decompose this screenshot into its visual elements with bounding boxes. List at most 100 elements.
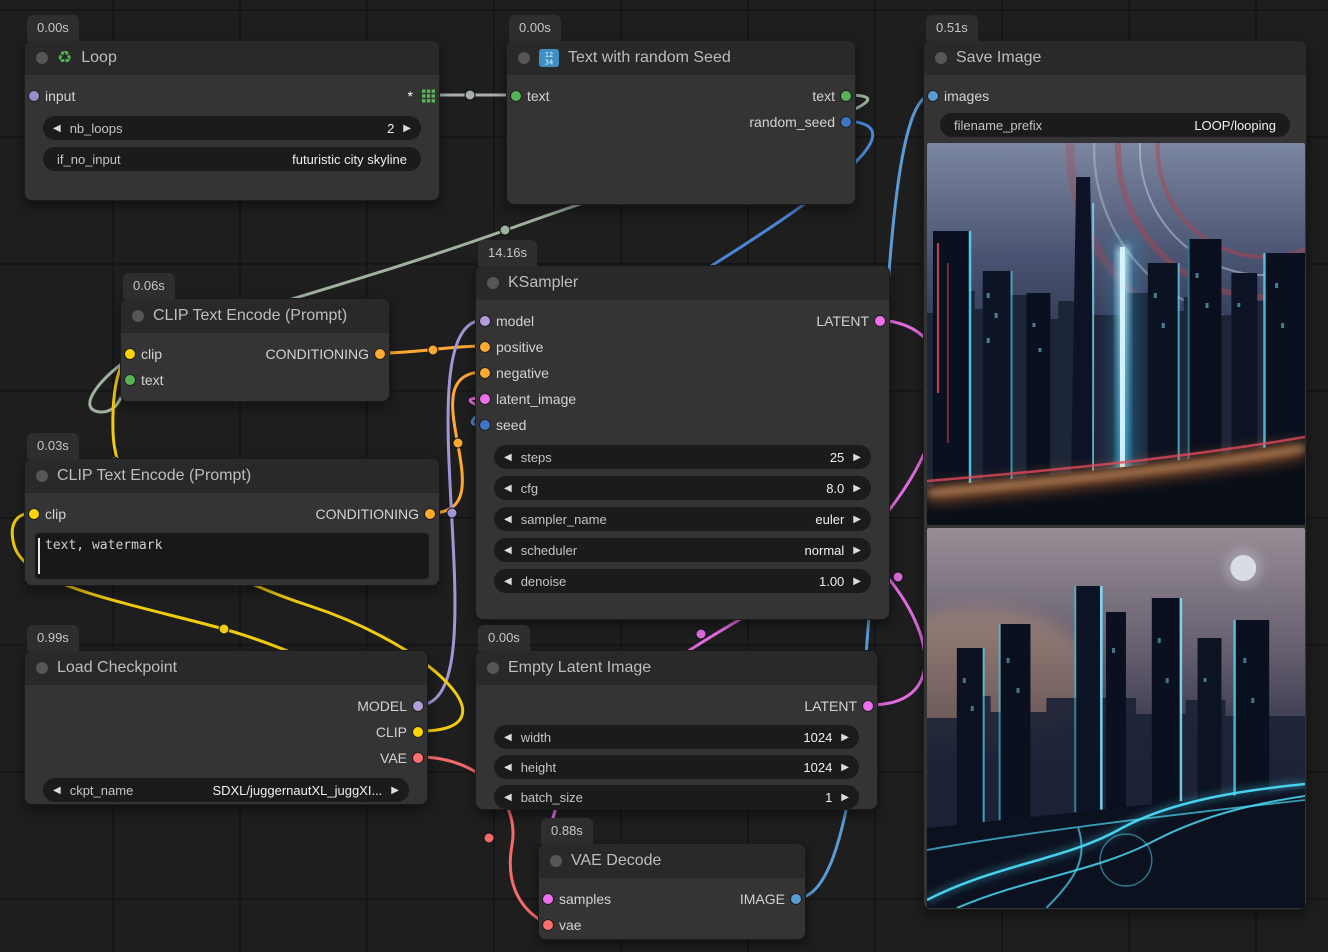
slot-label: text [812, 88, 835, 104]
next-option-arrow-icon[interactable] [853, 545, 861, 556]
slot-label: LATENT [816, 313, 869, 329]
node-title-bar[interactable]: Load Checkpoint [25, 651, 427, 685]
decrement-arrow-icon[interactable] [504, 792, 512, 803]
input-slot-clip[interactable] [29, 509, 39, 519]
slot-row: clip CONDITIONING [25, 501, 439, 527]
widget-label: denoise [521, 574, 567, 589]
decrement-arrow-icon[interactable] [504, 732, 512, 743]
slot-row: VAE [25, 745, 427, 771]
widget-height[interactable]: height 1024 [494, 755, 859, 779]
collapse-dot[interactable] [132, 310, 144, 322]
collapse-dot[interactable] [487, 662, 499, 674]
node-title-bar[interactable]: Empty Latent Image [476, 651, 877, 685]
input-slot-clip[interactable] [125, 349, 135, 359]
input-slot-vae[interactable] [543, 920, 553, 930]
collapse-dot[interactable] [36, 52, 48, 64]
next-option-arrow-icon[interactable] [853, 514, 861, 525]
prev-option-arrow-icon[interactable] [504, 514, 512, 525]
input-slot-positive[interactable] [480, 342, 490, 352]
node-title-bar[interactable]: ♻ Loop [25, 41, 439, 75]
input-slot-text[interactable] [125, 375, 135, 385]
node-clip-text-encode-positive[interactable]: 0.06s CLIP Text Encode (Prompt) clip CON… [120, 298, 390, 402]
decrement-arrow-icon[interactable] [504, 576, 512, 587]
collapse-dot[interactable] [36, 470, 48, 482]
prev-option-arrow-icon[interactable] [504, 545, 512, 556]
grid-output-icon[interactable] [422, 90, 435, 103]
widget-sampler-name[interactable]: sampler_name euler [494, 507, 871, 531]
widget-denoise[interactable]: denoise 1.00 [494, 569, 871, 593]
collapse-dot[interactable] [36, 662, 48, 674]
node-loop[interactable]: 0.00s ♻ Loop input * nb_l [24, 40, 440, 201]
node-text-with-random-seed[interactable]: 0.00s 12 34 Text with random Seed text t… [506, 40, 856, 205]
decrement-arrow-icon[interactable] [53, 123, 61, 134]
decrement-arrow-icon[interactable] [504, 483, 512, 494]
widget-nb-loops[interactable]: nb_loops 2 [43, 116, 421, 140]
widget-ckpt-name[interactable]: ckpt_name SDXL/juggernautXL_juggXI... [43, 778, 409, 802]
node-title-bar[interactable]: Save Image [924, 41, 1306, 75]
increment-arrow-icon[interactable] [841, 732, 849, 743]
widget-scheduler[interactable]: scheduler normal [494, 538, 871, 562]
execution-time-badge: 0.00s [509, 15, 561, 41]
execution-time-badge: 0.06s [123, 273, 175, 299]
node-load-checkpoint[interactable]: 0.99s Load Checkpoint MODEL CLIP VAE ckp… [24, 650, 428, 805]
output-slot-text[interactable] [841, 91, 851, 101]
increment-arrow-icon[interactable] [841, 762, 849, 773]
increment-arrow-icon[interactable] [841, 792, 849, 803]
slot-row: negative [476, 360, 889, 386]
input-slot-seed[interactable] [480, 420, 490, 430]
increment-arrow-icon[interactable] [853, 452, 861, 463]
output-slot-conditioning[interactable] [425, 509, 435, 519]
node-title-bar[interactable]: CLIP Text Encode (Prompt) [25, 459, 439, 493]
prompt-textarea[interactable]: text, watermark [35, 533, 429, 579]
input-slot-negative[interactable] [480, 368, 490, 378]
node-vae-decode[interactable]: 0.88s VAE Decode samples IMAGE vae [538, 843, 806, 940]
collapse-dot[interactable] [935, 52, 947, 64]
node-title-bar[interactable]: KSampler [476, 266, 889, 300]
collapse-dot[interactable] [487, 277, 499, 289]
output-slot-model[interactable] [413, 701, 423, 711]
increment-arrow-icon[interactable] [853, 483, 861, 494]
input-slot-input[interactable] [29, 91, 39, 101]
output-slot-latent[interactable] [875, 316, 885, 326]
node-title-bar[interactable]: CLIP Text Encode (Prompt) [121, 299, 389, 333]
widget-label: steps [521, 450, 552, 465]
widget-cfg[interactable]: cfg 8.0 [494, 476, 871, 500]
output-slot-vae[interactable] [413, 753, 423, 763]
collapse-dot[interactable] [550, 855, 562, 867]
input-slot-text[interactable] [511, 91, 521, 101]
node-save-image[interactable]: 0.51s Save Image images filename_prefix … [923, 40, 1307, 910]
node-title-bar[interactable]: 12 34 Text with random Seed [507, 41, 855, 75]
increment-arrow-icon[interactable] [403, 123, 411, 134]
node-empty-latent-image[interactable]: 0.00s Empty Latent Image LATENT width 10… [475, 650, 878, 810]
input-slot-latent-image[interactable] [480, 394, 490, 404]
prev-option-arrow-icon[interactable] [53, 785, 61, 796]
widget-width[interactable]: width 1024 [494, 725, 859, 749]
widget-steps[interactable]: steps 25 [494, 445, 871, 469]
output-slot-random-seed[interactable] [841, 117, 851, 127]
input-slot-samples[interactable] [543, 894, 553, 904]
widget-if-no-input[interactable]: if_no_input futuristic city skyline [43, 147, 421, 171]
execution-time-badge: 0.88s [541, 818, 593, 844]
graph-canvas[interactable]: 0.00s ♻ Loop input * nb_l [0, 0, 1328, 952]
decrement-arrow-icon[interactable] [504, 762, 512, 773]
wire-midpoint-dot [465, 90, 475, 100]
decrement-arrow-icon[interactable] [504, 452, 512, 463]
output-slot-latent[interactable] [863, 701, 873, 711]
collapse-dot[interactable] [518, 52, 530, 64]
widget-label: if_no_input [57, 152, 121, 167]
output-slot-conditioning[interactable] [375, 349, 385, 359]
node-ksampler[interactable]: 14.16s KSampler model LATENT positive ne… [475, 265, 890, 620]
node-clip-text-encode-negative[interactable]: 0.03s CLIP Text Encode (Prompt) clip CON… [24, 458, 440, 586]
next-option-arrow-icon[interactable] [391, 785, 399, 796]
widget-label: filename_prefix [954, 118, 1042, 133]
widget-filename-prefix[interactable]: filename_prefix LOOP/looping [940, 113, 1290, 137]
output-slot-image[interactable] [791, 894, 801, 904]
input-slot-model[interactable] [480, 316, 490, 326]
output-slot-clip[interactable] [413, 727, 423, 737]
input-slot-images[interactable] [928, 91, 938, 101]
execution-time-badge: 0.00s [478, 625, 530, 651]
node-title-bar[interactable]: VAE Decode [539, 844, 805, 878]
widget-batch-size[interactable]: batch_size 1 [494, 785, 859, 809]
increment-arrow-icon[interactable] [853, 576, 861, 587]
slot-label: VAE [380, 750, 407, 766]
